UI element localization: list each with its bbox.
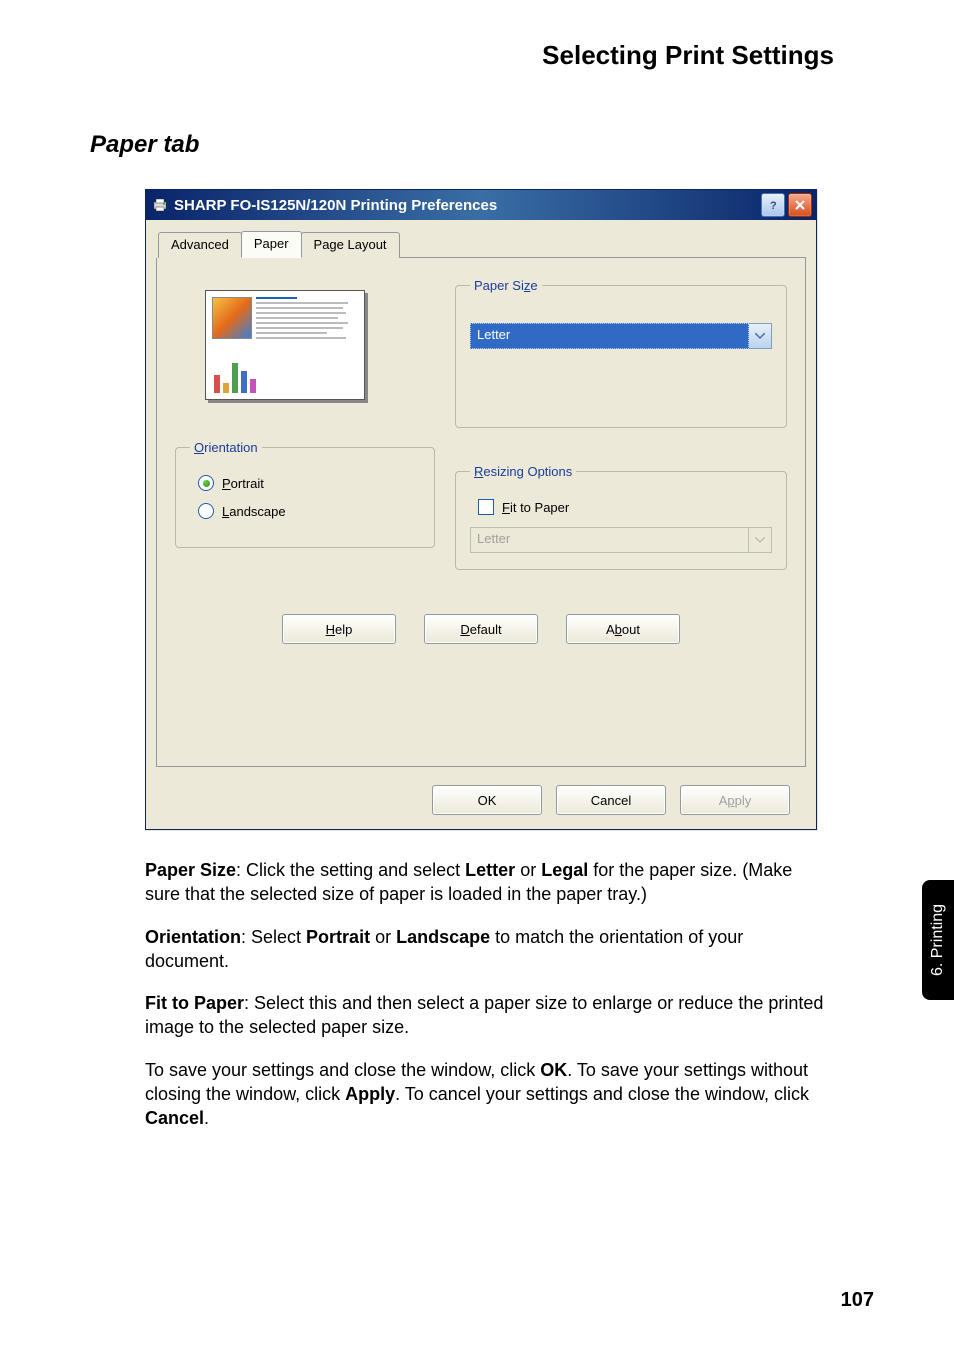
- paper-size-value: Letter: [470, 323, 749, 349]
- tab-paper[interactable]: Paper: [241, 231, 302, 258]
- preview-chart-icon: [214, 357, 256, 393]
- paper-size-legend: Paper Size: [470, 278, 542, 293]
- print-preferences-dialog: SHARP FO-IS125N/120N Printing Preference…: [145, 189, 817, 830]
- orientation-group: Orientation Portrait Landscape: [175, 440, 435, 548]
- titlebar: SHARP FO-IS125N/120N Printing Preference…: [146, 190, 816, 220]
- help-titlebar-button[interactable]: ?: [761, 193, 785, 217]
- help-button[interactable]: Help: [282, 614, 396, 644]
- side-tab: 6. Printing: [922, 880, 954, 1000]
- fit-size-value: Letter: [470, 527, 749, 553]
- tab-strip: Advanced Paper Page Layout: [158, 230, 806, 258]
- landscape-label: Landscape: [222, 504, 286, 519]
- default-button[interactable]: Default: [424, 614, 538, 644]
- fit-to-paper-checkbox[interactable]: Fit to Paper: [478, 499, 772, 515]
- orientation-landscape[interactable]: Landscape: [198, 503, 420, 519]
- about-button[interactable]: About: [566, 614, 680, 644]
- resizing-options-group: Resizing Options Fit to Paper Letter: [455, 464, 787, 570]
- page-header: Selecting Print Settings: [90, 40, 834, 71]
- orientation-legend: Orientation: [190, 440, 262, 455]
- radio-unchecked-icon: [198, 503, 214, 519]
- body-text: Paper Size: Click the setting and select…: [145, 858, 825, 1131]
- dialog-title: SHARP FO-IS125N/120N Printing Preference…: [174, 197, 497, 214]
- ok-button[interactable]: OK: [432, 785, 542, 815]
- preview-image-icon: [212, 297, 252, 339]
- page-preview: [205, 290, 365, 400]
- portrait-label: Portrait: [222, 476, 264, 491]
- svg-text:?: ?: [770, 200, 777, 211]
- resizing-legend: Resizing Options: [470, 464, 576, 479]
- apply-button[interactable]: Apply: [680, 785, 790, 815]
- page-number: 107: [841, 1289, 874, 1312]
- tab-advanced[interactable]: Advanced: [158, 232, 242, 258]
- cancel-button[interactable]: Cancel: [556, 785, 666, 815]
- fit-to-paper-label: Fit to Paper: [502, 500, 569, 515]
- paper-size-group: Paper Size Letter: [455, 278, 787, 428]
- section-title: Paper tab: [90, 131, 874, 159]
- fit-to-paper-size-dropdown: Letter: [470, 527, 772, 553]
- tab-content: Orientation Portrait Landscape: [156, 258, 806, 767]
- close-button[interactable]: [788, 193, 812, 217]
- chevron-down-icon: [749, 323, 772, 349]
- radio-checked-icon: [198, 475, 214, 491]
- chevron-down-icon: [749, 527, 772, 553]
- paper-size-dropdown[interactable]: Letter: [470, 323, 772, 349]
- printer-icon: [152, 197, 168, 213]
- orientation-portrait[interactable]: Portrait: [198, 475, 420, 491]
- tab-page-layout[interactable]: Page Layout: [301, 232, 400, 258]
- checkbox-unchecked-icon: [478, 499, 494, 515]
